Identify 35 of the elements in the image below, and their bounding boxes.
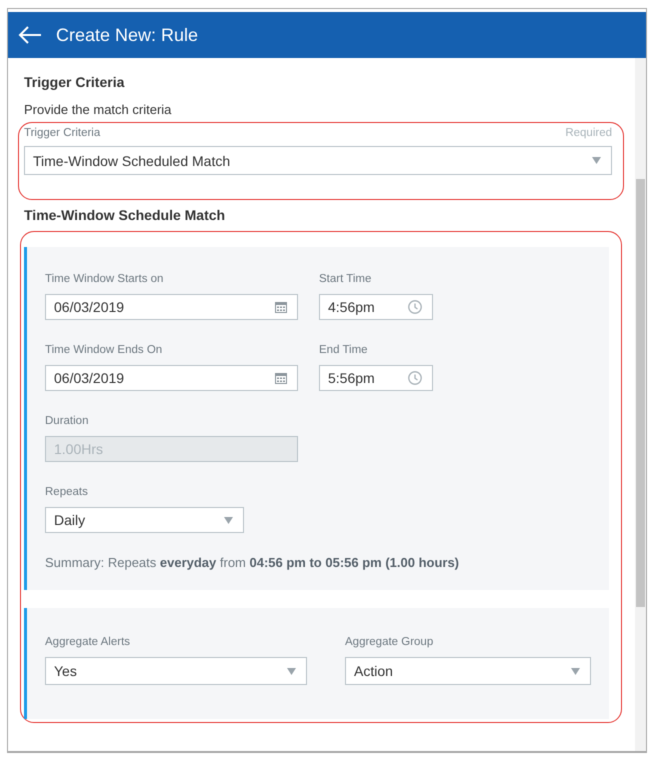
scrollbar-thumb[interactable]	[636, 179, 645, 607]
date-field[interactable]: 06/03/2019	[45, 294, 298, 320]
caret-icon	[592, 157, 601, 164]
description-text: Provide the match criteria	[24, 102, 172, 117]
calendar-icon	[275, 372, 287, 384]
field-label: Start Time	[319, 273, 372, 285]
caret-icon	[224, 516, 233, 524]
caret-icon	[571, 668, 580, 674]
page-title: Create New: Rule	[56, 24, 198, 46]
dropdown[interactable]: Yes	[45, 657, 307, 685]
section-heading: Trigger Criteria	[24, 74, 126, 92]
summary-text: Summary: Repeats everyday from 04:56 pm to 05:56 pm (1.00 hours)	[45, 555, 460, 570]
time-field[interactable]: 4:56pm	[319, 294, 433, 320]
field-label: Aggregate Alerts	[45, 636, 132, 648]
required-label: Required	[565, 127, 612, 139]
field-label: End Time	[319, 344, 369, 356]
duration-field: 1.00Hrs	[45, 436, 298, 462]
section-heading: Time-Window Schedule Match	[24, 207, 226, 225]
clock-icon	[408, 300, 422, 314]
dropdown[interactable]: Action	[345, 657, 591, 685]
dropdown[interactable]: Time-Window Scheduled Match	[24, 146, 612, 175]
back-arrow-icon[interactable]	[18, 26, 42, 44]
dropdown[interactable]: Daily	[45, 507, 244, 533]
field-label: Duration	[45, 415, 90, 427]
calendar-icon	[275, 301, 287, 313]
field-label: Aggregate Group	[345, 636, 434, 648]
caret-icon	[287, 668, 296, 674]
clock-icon	[408, 371, 422, 385]
scrollbar[interactable]	[635, 58, 646, 751]
field-label: Repeats	[45, 486, 89, 498]
date-field[interactable]: 06/03/2019	[45, 365, 298, 391]
field-label: Trigger Criteria	[24, 127, 100, 139]
field-label: Time Window Starts on	[45, 273, 164, 285]
time-field[interactable]: 5:56pm	[319, 365, 433, 391]
field-label: Time Window Ends On	[45, 344, 164, 356]
